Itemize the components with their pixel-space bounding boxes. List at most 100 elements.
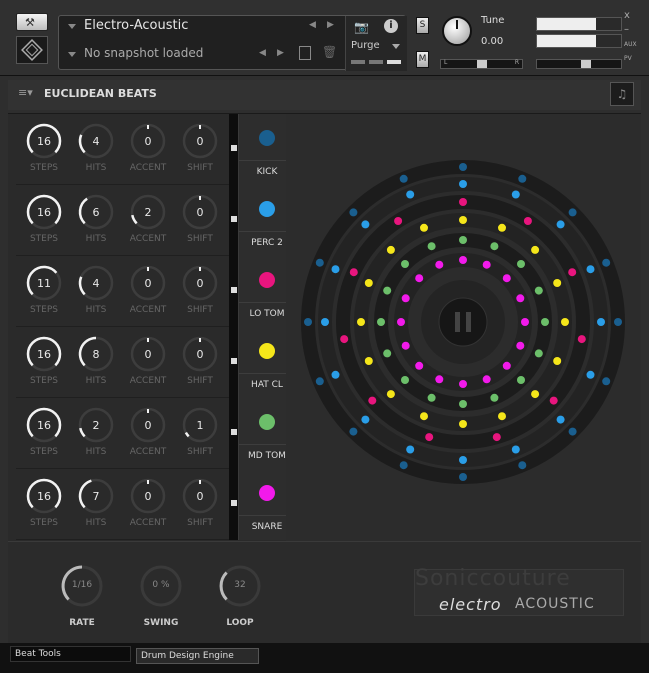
pause-button [438, 297, 488, 347]
track-color-dot[interactable] [259, 272, 275, 288]
tab-drum-design-engine[interactable]: Drum Design Engine [136, 648, 259, 664]
step-hit [568, 427, 577, 436]
save-icon[interactable] [299, 46, 311, 60]
camera-icon[interactable]: 📷 [354, 20, 369, 34]
minimize-button[interactable]: – [624, 24, 629, 35]
steps-knob[interactable]: 16 [26, 407, 62, 443]
info-icon[interactable]: i [384, 19, 398, 33]
pan-slider[interactable]: L R [440, 59, 523, 69]
hits-knob[interactable]: 7 [78, 478, 114, 514]
kontakt-logo-icon[interactable] [16, 36, 48, 64]
trash-icon[interactable]: 🗑 [322, 45, 337, 59]
steps-knob[interactable]: 16 [26, 478, 62, 514]
pan-handle[interactable] [477, 60, 487, 68]
hits-label: HITS [85, 518, 107, 528]
wrench-button[interactable]: ⚒ [16, 13, 48, 31]
step-hit [331, 370, 340, 379]
tune-knob[interactable] [442, 16, 472, 46]
steps-knob[interactable]: 16 [26, 336, 62, 372]
music-note-icon[interactable]: ♫ [610, 82, 634, 106]
mute-button[interactable]: M [416, 51, 429, 68]
step-hit [340, 335, 349, 344]
step-hit [386, 390, 395, 399]
shift-knob[interactable]: 0 [182, 194, 218, 230]
next-instrument-arrow[interactable]: ▶ [327, 20, 334, 30]
loop-knob[interactable]: 32 [218, 564, 262, 608]
accent-knob[interactable]: 0 [130, 336, 166, 372]
step-hit [553, 279, 562, 287]
shift-value: 0 [196, 490, 204, 503]
tab-beat-tools[interactable]: Beat Tools [10, 646, 131, 662]
purge-dropdown[interactable]: Purge [351, 40, 380, 51]
accent-knob[interactable]: 0 [130, 123, 166, 159]
accent-knob[interactable]: 0 [130, 265, 166, 301]
prev-instrument-arrow[interactable]: ◀ [309, 20, 316, 30]
shift-label: SHIFT [187, 305, 213, 315]
rate-knob[interactable]: 1/16 [60, 564, 104, 608]
snapshot-name[interactable]: No snapshot loaded [84, 46, 203, 60]
accent-label: ACCENT [129, 305, 167, 315]
pv-label[interactable]: PV [624, 55, 632, 62]
hits-value: 6 [92, 206, 100, 219]
accent-knob[interactable]: 0 [130, 407, 166, 443]
volume-meter-right [536, 34, 622, 48]
step-hit [361, 415, 370, 424]
steps-knob[interactable]: 16 [26, 123, 62, 159]
step-hit [399, 174, 408, 183]
instrument-dropdown-icon[interactable] [68, 24, 76, 29]
product-logo: Soniccouture electro ACOUSTIC [414, 566, 624, 616]
volume-handle[interactable] [581, 60, 591, 68]
shift-value: 0 [196, 277, 204, 290]
shift-knob[interactable]: 0 [182, 265, 218, 301]
track-color-dot[interactable] [259, 343, 275, 359]
close-button[interactable]: x [624, 10, 630, 21]
track-color-dot[interactable] [259, 485, 275, 501]
steps-knob[interactable]: 11 [26, 265, 62, 301]
volume-slider[interactable] [536, 59, 622, 69]
swing-knob[interactable]: 0 % [139, 564, 183, 608]
prev-snapshot-arrow[interactable]: ◀ [259, 48, 266, 58]
instrument-name[interactable]: Electro-Acoustic [84, 18, 188, 33]
shift-value: 0 [196, 135, 204, 148]
aux-label[interactable]: AUX [624, 41, 637, 48]
hits-knob[interactable]: 6 [78, 194, 114, 230]
step-hit [368, 396, 377, 405]
step-hit [349, 427, 358, 436]
tune-value[interactable]: 0.00 [481, 36, 503, 47]
accent-knob[interactable]: 2 [130, 194, 166, 230]
track-color-dot[interactable] [259, 201, 275, 217]
hits-knob[interactable]: 4 [78, 265, 114, 301]
step-hit [401, 260, 409, 268]
solo-button[interactable]: S [416, 17, 429, 34]
shift-knob[interactable]: 0 [182, 478, 218, 514]
next-snapshot-arrow[interactable]: ▶ [277, 48, 284, 58]
accent-knob[interactable]: 0 [130, 478, 166, 514]
shift-knob[interactable]: 0 [182, 336, 218, 372]
step-hit [602, 258, 611, 267]
shift-knob[interactable]: 1 [182, 407, 218, 443]
track-row: 16 STEPS 8 HITS 0 ACCENT 0 SHIFT HAT CL [16, 327, 295, 398]
accent-label: ACCENT [129, 376, 167, 386]
purge-dropdown-arrow[interactable] [392, 44, 400, 49]
snapshot-dropdown-icon[interactable] [68, 52, 76, 57]
step-hit [427, 242, 436, 251]
step-hit [425, 433, 434, 442]
swing-label: SWING [143, 618, 179, 628]
shift-knob[interactable]: 0 [182, 123, 218, 159]
loop-label: LOOP [226, 618, 254, 628]
hits-label: HITS [85, 447, 107, 457]
steps-value: 16 [37, 490, 51, 503]
hits-knob[interactable]: 2 [78, 407, 114, 443]
shift-label: SHIFT [187, 447, 213, 457]
track-color-dot[interactable] [259, 414, 275, 430]
hits-knob[interactable]: 4 [78, 123, 114, 159]
row-indicator [231, 287, 237, 293]
track-color-dot[interactable] [259, 130, 275, 146]
purge-indicator [369, 60, 383, 64]
loop-value: 32 [234, 580, 246, 590]
step-hit [516, 294, 525, 303]
tune-label: Tune [481, 15, 505, 26]
hits-knob[interactable]: 8 [78, 336, 114, 372]
menu-icon[interactable]: ≡▾ [18, 86, 33, 99]
steps-knob[interactable]: 16 [26, 194, 62, 230]
